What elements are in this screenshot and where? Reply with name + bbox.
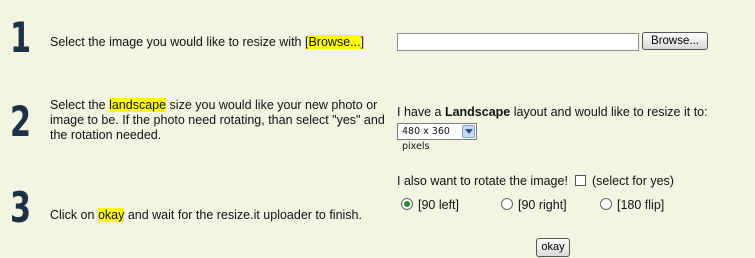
highlight-okay: okay bbox=[97, 208, 125, 222]
highlight-browse: Browse... bbox=[308, 35, 361, 49]
step-number-3: 3 bbox=[10, 183, 32, 232]
browse-button[interactable]: Browse... bbox=[642, 32, 708, 50]
radio-90-left[interactable] bbox=[401, 198, 413, 210]
size-select-value: 480 x 360 pixels bbox=[402, 126, 450, 152]
chevron-down-icon[interactable] bbox=[462, 125, 475, 138]
file-path-input[interactable] bbox=[397, 33, 639, 51]
rotate-checkbox[interactable] bbox=[575, 175, 586, 186]
rotate-label: I also want to rotate the image! bbox=[397, 174, 568, 188]
size-label: I have a Landscape layout and would like… bbox=[397, 105, 708, 119]
step-2-instruction: Select the landscape size you would like… bbox=[50, 98, 385, 142]
step-1-instruction: Select the image you would like to resiz… bbox=[50, 35, 365, 49]
radio-180-flip[interactable] bbox=[600, 198, 612, 210]
step-3-instruction: Click on okay and wait for the resize.it… bbox=[50, 208, 362, 222]
radio-90-right[interactable] bbox=[501, 198, 513, 210]
step-number-2: 2 bbox=[10, 97, 32, 146]
radio-90-left-label: [90 left] bbox=[418, 198, 459, 212]
radio-90-right-label: [90 right] bbox=[518, 198, 567, 212]
rotate-checkbox-note: (select for yes) bbox=[592, 174, 674, 188]
highlight-landscape: landscape bbox=[109, 98, 167, 112]
step-number-1: 1 bbox=[10, 13, 32, 62]
okay-button[interactable]: okay bbox=[536, 238, 570, 257]
size-select[interactable]: 480 x 360 pixels bbox=[397, 123, 477, 152]
radio-180-flip-label: [180 flip] bbox=[617, 198, 665, 212]
